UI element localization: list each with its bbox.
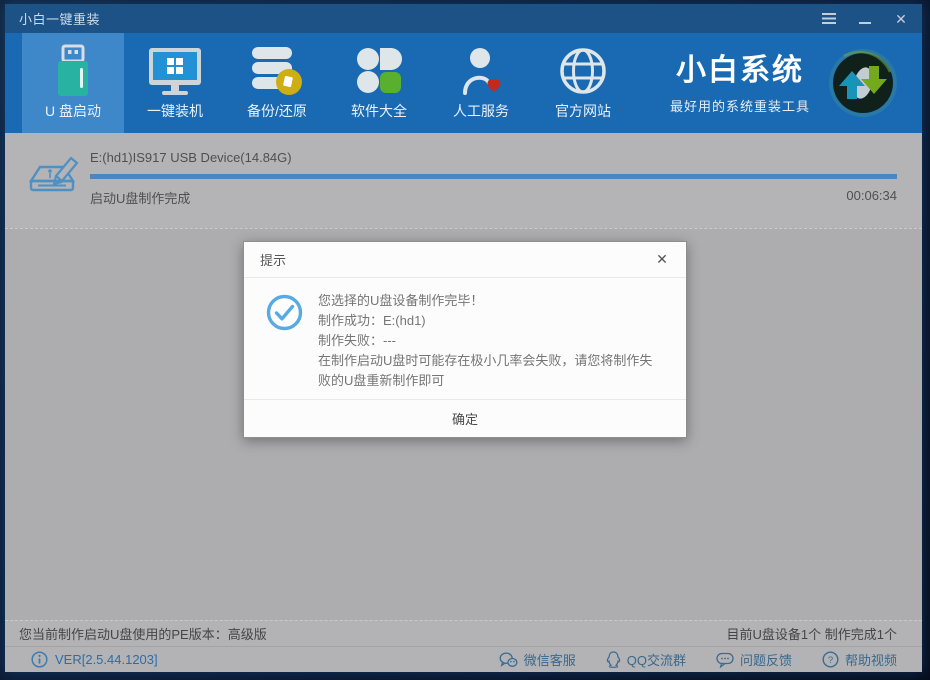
ok-button[interactable]: 确定: [422, 405, 508, 432]
title-bar: 小白一键重装 ✕: [5, 4, 922, 33]
progress-bar-fill: [90, 174, 897, 179]
software-clover-icon: [354, 41, 404, 101]
usb-drive-icon: [52, 41, 94, 101]
brand-block: 小白系统 最好用的系统重装工具: [670, 33, 810, 133]
app-window: 小白一键重装 ✕ U 盘启动 一键装机 备份/还原 软件大全 人工服务 官方网站…: [5, 4, 922, 672]
footer-bar: VER[2.5.44.1203] 微信客服 QQ交流群 问题反馈 ? 帮助视频: [5, 646, 922, 672]
globe-icon: [558, 41, 608, 101]
content-area: 提示 ✕ 您选择的U盘设备制作完毕！ 制作成功：E:(hd1) 制作失败：---: [5, 228, 922, 620]
info-icon: [31, 651, 48, 668]
tab-label: 人工服务: [453, 103, 509, 119]
usb-progress-panel: E:(hd1)IS917 USB Device(14.84G) 启动U盘制作完成…: [5, 133, 922, 228]
wechat-icon: [499, 651, 518, 667]
progress-status-text: 启动U盘制作完成: [90, 191, 191, 206]
dialog-header: 提示 ✕: [244, 242, 686, 278]
qq-icon: [606, 651, 620, 668]
brand-tagline: 最好用的系统重装工具: [669, 99, 810, 114]
tab-label: 一键装机: [147, 103, 203, 119]
dialog-line: 制作失败：---: [318, 333, 396, 348]
alert-dialog: 提示 ✕ 您选择的U盘设备制作完毕！ 制作成功：E:(hd1) 制作失败：---: [243, 241, 687, 438]
qq-group-link[interactable]: QQ交流群: [606, 650, 686, 669]
pe-version-text: 您当前制作启动U盘使用的PE版本：高级版: [19, 627, 267, 642]
refresh-logo-icon: [829, 49, 897, 117]
dialog-message: 您选择的U盘设备制作完毕！ 制作成功：E:(hd1) 制作失败：--- 在制作启…: [318, 291, 658, 399]
menu-icon[interactable]: [818, 9, 840, 29]
nav-bar: U 盘启动 一键装机 备份/还原 软件大全 人工服务 官方网站 小白系统 最好用…: [5, 33, 922, 133]
window-title: 小白一键重装: [19, 12, 101, 27]
feedback-link[interactable]: 问题反馈: [716, 650, 792, 669]
wechat-support-link[interactable]: 微信客服: [499, 650, 576, 669]
tab-backup-restore[interactable]: 备份/还原: [226, 33, 328, 133]
progress-bar: [90, 174, 897, 179]
help-circle-icon: ?: [822, 651, 839, 668]
status-bar: 您当前制作启动U盘使用的PE版本：高级版 目前U盘设备1个 制作完成1个: [5, 620, 922, 646]
device-count-text: 目前U盘设备1个 制作完成1个: [726, 627, 897, 642]
window-controls: ✕: [818, 9, 912, 29]
help-video-link[interactable]: ? 帮助视频: [822, 650, 897, 669]
drive-write-icon: [28, 149, 79, 204]
tab-usb-boot[interactable]: U 盘启动: [22, 33, 124, 133]
footer-link-label: 微信客服: [523, 653, 576, 668]
dialog-footer: 确定: [244, 399, 686, 437]
elapsed-time: 00:06:34: [846, 188, 897, 203]
database-backup-icon: [250, 41, 304, 101]
dialog-close-icon[interactable]: ✕: [652, 251, 672, 268]
footer-link-label: 帮助视频: [844, 653, 897, 668]
tab-one-click-install[interactable]: 一键装机: [124, 33, 226, 133]
dialog-title: 提示: [260, 253, 287, 268]
version-text: VER[2.5.44.1203]: [55, 652, 158, 667]
version-info[interactable]: VER[2.5.44.1203]: [31, 651, 158, 668]
tab-label: 官方网站: [555, 103, 611, 119]
footer-links: 微信客服 QQ交流群 问题反馈 ? 帮助视频: [499, 650, 897, 669]
minimize-icon[interactable]: [854, 9, 876, 29]
tab-official-website[interactable]: 官方网站: [532, 33, 634, 133]
svg-text:?: ?: [828, 655, 833, 666]
feedback-bubble-icon: [716, 652, 734, 668]
customer-service-icon: [459, 41, 503, 101]
usb-device-label: E:(hd1)IS917 USB Device(14.84G): [90, 150, 292, 165]
tab-customer-service[interactable]: 人工服务: [430, 33, 532, 133]
tab-label: U 盘启动: [45, 103, 101, 119]
footer-link-label: 问题反馈: [739, 653, 792, 668]
dialog-body: 您选择的U盘设备制作完毕！ 制作成功：E:(hd1) 制作失败：--- 在制作启…: [244, 278, 686, 399]
tab-label: 软件大全: [351, 103, 407, 119]
dialog-line: 在制作启动U盘时可能存在极小几率会失败，请您将制作失败的U盘重新制作即可: [318, 353, 653, 388]
dialog-line: 制作成功：E:(hd1): [318, 313, 426, 328]
dialog-line: 您选择的U盘设备制作完毕！: [318, 293, 484, 308]
brand-name: 小白系统: [675, 54, 804, 87]
success-check-icon: [266, 291, 318, 399]
desktop-background: 小白一键重装 ✕ U 盘启动 一键装机 备份/还原 软件大全 人工服务 官方网站…: [0, 0, 930, 680]
monitor-windows-icon: [147, 41, 203, 101]
app-logo: [810, 33, 922, 133]
close-icon[interactable]: ✕: [890, 9, 912, 29]
footer-link-label: QQ交流群: [626, 653, 686, 668]
tab-software-collection[interactable]: 软件大全: [328, 33, 430, 133]
tab-label: 备份/还原: [247, 103, 307, 119]
